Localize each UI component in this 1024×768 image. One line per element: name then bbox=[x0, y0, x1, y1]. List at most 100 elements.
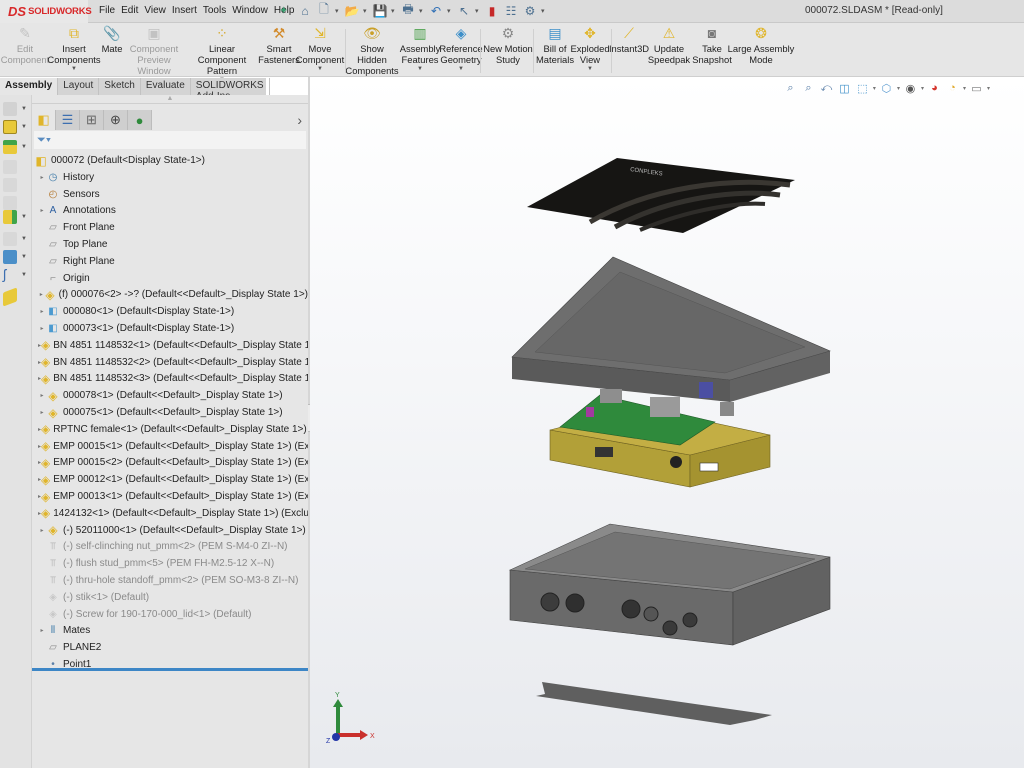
dropdown-arrow-icon[interactable]: ▾ bbox=[419, 7, 425, 15]
tree-item[interactable]: ▸ ◈ 000078<1> (Default<<Default>_Display S… bbox=[32, 387, 308, 404]
tree-item[interactable]: ▸ ⫴ Mates bbox=[32, 622, 308, 639]
tree-item[interactable]: ▸ ◈ EMP 00013<1> (Default<<Default>_Displa… bbox=[32, 488, 308, 505]
tree-item[interactable]: ▱ Right Plane bbox=[32, 253, 308, 270]
tree-item[interactable]: ▸ ◈ BN 4851 1148532<2> (Default<<Default>_… bbox=[32, 354, 308, 371]
tree-item[interactable]: ▸ ◈ BN 4851 1148532<1> (Default<<Default>_… bbox=[32, 337, 308, 354]
side-tool-7[interactable]: ▼ bbox=[3, 209, 29, 225]
dropdown-arrow-icon[interactable]: ▼ bbox=[71, 65, 77, 73]
tab-evaluate[interactable]: Evaluate bbox=[141, 78, 191, 95]
rebuild-traffic-light-icon[interactable]: ▮ bbox=[484, 2, 500, 19]
collapse-handle[interactable]: ▲ bbox=[32, 95, 308, 104]
tree-item[interactable]: ⫪ (-) flush stud_pmm<5> (PEM FH-M2.5-12 X… bbox=[32, 555, 308, 572]
side-tool-2[interactable]: ▼ bbox=[3, 119, 29, 135]
expand-arrow-icon[interactable]: ▸ bbox=[38, 207, 46, 214]
select-arrow-icon[interactable]: ↖ bbox=[456, 2, 472, 19]
new-document-icon[interactable]: 🗋 bbox=[316, 2, 332, 19]
tree-item[interactable]: ▱ Front Plane bbox=[32, 219, 308, 236]
smart-fasteners-button[interactable]: ⚒ Smart Fasteners bbox=[258, 25, 300, 65]
menu-tools[interactable]: Tools bbox=[203, 5, 226, 16]
tree-item[interactable]: ▸ ◈ EMP 00015<2> (Default<<Default>_Displa… bbox=[32, 454, 308, 471]
print-icon[interactable]: 🖶 bbox=[400, 2, 416, 19]
expand-arrow-icon[interactable]: ▸ bbox=[38, 308, 46, 315]
reference-geometry-button[interactable]: ◈ Reference Geometry ▼ bbox=[439, 25, 482, 73]
speedpak-button[interactable]: ⚠ Update Speedpak bbox=[648, 25, 690, 65]
menu-insert[interactable]: Insert bbox=[172, 5, 197, 16]
expand-arrow-icon[interactable]: ▸ bbox=[38, 527, 46, 534]
tab-sketch[interactable]: Sketch bbox=[99, 78, 141, 95]
motion-study-button[interactable]: ⚙ New Motion Study bbox=[482, 25, 534, 65]
dropdown-arrow-icon[interactable]: ▼ bbox=[417, 65, 423, 73]
menu-edit[interactable]: Edit bbox=[121, 5, 138, 16]
save-icon[interactable]: 💾 bbox=[372, 2, 388, 19]
exploded-view-button[interactable]: ✥ Exploded View ▼ bbox=[570, 25, 609, 73]
enclosure-base-part[interactable] bbox=[508, 523, 831, 646]
tree-item[interactable]: ▸ ◈ (-) 52011000<1> (Default<<Default>_Dis… bbox=[32, 522, 308, 539]
show-hidden-button[interactable]: 👁 Show Hidden Components bbox=[345, 25, 398, 76]
mate-paperclip-button[interactable]: 📎 Mate bbox=[100, 25, 124, 54]
insert-components-button[interactable]: ⧉ Insert Components ▼ bbox=[47, 25, 100, 73]
undo-icon[interactable]: ↶ bbox=[428, 2, 444, 19]
tree-item[interactable]: ▸ A Annotations bbox=[32, 202, 308, 219]
side-tool-3[interactable]: ▼ bbox=[3, 139, 29, 155]
featuremanager-tree-icon[interactable]: ◧ bbox=[32, 110, 56, 130]
assembly-features-button[interactable]: ▥ Assembly Features ▼ bbox=[400, 25, 441, 73]
dropdown-arrow-icon[interactable]: ▾ bbox=[541, 7, 547, 15]
tree-item[interactable]: ◧ 000072 (Default<Display State-1>) bbox=[32, 152, 308, 169]
tree-item[interactable]: ◈ (-) stik<1> (Default) bbox=[32, 589, 308, 606]
large-assembly-button[interactable]: ❂ Large Assembly Mode bbox=[727, 25, 795, 65]
linear-pattern-button[interactable]: ⁘Linear ComponentPattern▼ bbox=[187, 25, 257, 84]
tree-item[interactable]: ▸ ◈ EMP 00012<1> (Default<<Default>_Displa… bbox=[32, 471, 308, 488]
open-icon[interactable]: 📂 bbox=[344, 2, 360, 19]
enclosure-lid-part[interactable] bbox=[511, 256, 831, 402]
menu-window[interactable]: Window bbox=[232, 5, 268, 16]
displaymanager-icon[interactable]: ● bbox=[128, 110, 152, 130]
tree-item[interactable]: ⫪ (-) thru-hole standoff_pmm<2> (PEM SO-M… bbox=[32, 572, 308, 589]
more-tabs-chevron-icon[interactable]: › bbox=[297, 112, 302, 128]
bottom-plate-part[interactable] bbox=[536, 682, 772, 725]
tree-item[interactable]: ▸ ◈ (f) 000076<2> ->? (Default<<Default>_D… bbox=[32, 286, 308, 303]
tree-item[interactable]: ◈ (-) Screw for 190-170-000_lid<1> (Defau… bbox=[32, 606, 308, 623]
side-tool-8[interactable]: ▼ bbox=[3, 231, 29, 247]
dropdown-arrow-icon[interactable]: ▾ bbox=[391, 7, 397, 15]
tree-item[interactable]: ▸ ◈ 1424132<1> (Default<<Default>_Display … bbox=[32, 505, 308, 522]
solidworks-logo[interactable]: DS SOLIDWORKS bbox=[0, 0, 92, 23]
dropdown-arrow-icon[interactable]: ▼ bbox=[458, 65, 464, 73]
tree-item[interactable]: ▸ ◈ BN 4851 1148532<3> (Default<<Default>_… bbox=[32, 370, 308, 387]
tree-item[interactable]: ⫪ (-) self-clinching nut_pmm<2> (PEM S-M4… bbox=[32, 538, 308, 555]
dropdown-arrow-icon[interactable]: ▾ bbox=[475, 7, 481, 15]
tree-item[interactable]: ▸ ◧ 000073<1> (Default<Display State-1>) bbox=[32, 320, 308, 337]
configurationmanager-icon[interactable]: ⊞ bbox=[80, 110, 104, 130]
instant3d-button[interactable]: ⟋ Instant3D bbox=[609, 25, 649, 54]
rollback-bar[interactable] bbox=[32, 668, 308, 671]
tab-solidworks-add-ins[interactable]: SOLIDWORKS Add-Ins bbox=[191, 78, 270, 102]
expand-arrow-icon[interactable]: ▸ bbox=[38, 409, 46, 416]
cover-label-part[interactable]: CONPLEKS bbox=[527, 158, 795, 233]
tree-item[interactable]: ▱ Top Plane bbox=[32, 236, 308, 253]
tab-assembly[interactable]: Assembly bbox=[0, 78, 59, 95]
graphics-area[interactable]: ⌕ ⌕ ⤺ ◫ ⬚ ▾ ⬡ ▾ ◉ ▾ ◕ ◔ ▾ ▭ ▾ CONPLEKS Y… bbox=[310, 77, 1024, 768]
tree-item[interactable]: ▸ ◈ 000075<1> (Default<<Default>_Display S… bbox=[32, 404, 308, 421]
dropdown-arrow-icon[interactable]: ▾ bbox=[363, 7, 369, 15]
tree-item[interactable]: ▱ PLANE2 bbox=[32, 639, 308, 656]
tree-item[interactable]: ▸ ◈ RPTNC female<1> (Default<<Default>_Dis… bbox=[32, 421, 308, 438]
dropdown-arrow-icon[interactable]: ▾ bbox=[447, 7, 453, 15]
file-properties-icon[interactable]: ☷ bbox=[503, 2, 519, 19]
tree-item[interactable]: ▸ ◧ 000080<1> (Default<Display State-1>) bbox=[32, 303, 308, 320]
side-tool-5[interactable] bbox=[3, 177, 29, 193]
dropdown-arrow-icon[interactable]: ▾ bbox=[335, 7, 341, 15]
snapshot-camera-button[interactable]: ◙ Take Snapshot bbox=[692, 25, 732, 65]
side-tool-4[interactable] bbox=[3, 159, 29, 175]
dropdown-arrow-icon[interactable]: ▼ bbox=[317, 65, 323, 73]
edit-component-button[interactable]: ✎ Edit Component bbox=[1, 25, 49, 65]
side-tool-11[interactable] bbox=[3, 287, 29, 307]
tree-item[interactable]: ▸ ◷ History bbox=[32, 169, 308, 186]
side-tool-9[interactable]: ▼ bbox=[3, 249, 29, 265]
expand-arrow-icon[interactable]: ▸ bbox=[38, 627, 46, 634]
tree-filter[interactable]: ⏷▾ bbox=[34, 131, 306, 149]
menu-file[interactable]: File bbox=[99, 5, 115, 16]
tree-item[interactable]: ⌐ Origin bbox=[32, 270, 308, 287]
side-tool-1[interactable]: ▼ bbox=[3, 101, 29, 117]
propertymanager-icon[interactable]: ☰ bbox=[56, 110, 80, 130]
tree-item[interactable]: ▸ ◈ EMP 00015<1> (Default<<Default>_Displa… bbox=[32, 438, 308, 455]
expand-arrow-icon[interactable]: ▸ bbox=[38, 325, 46, 332]
